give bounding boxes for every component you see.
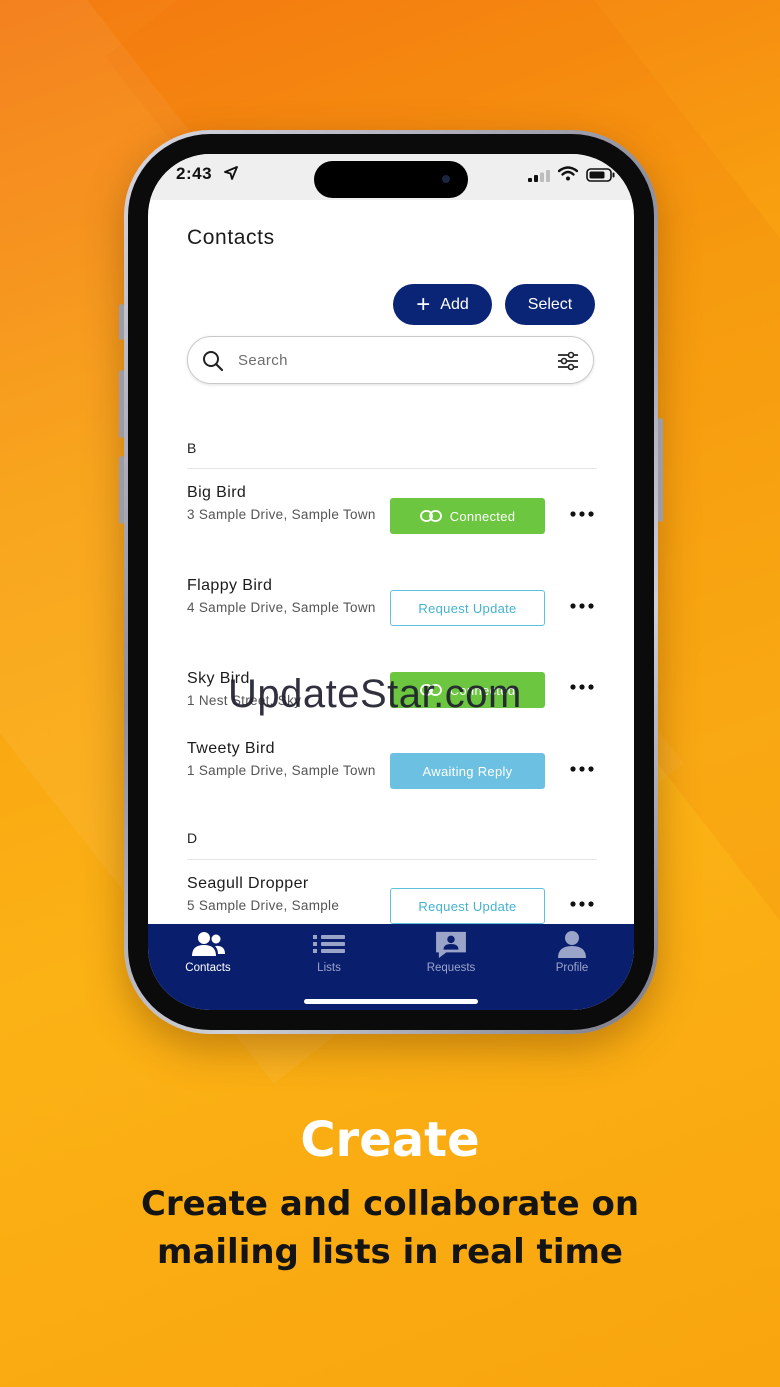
phone-screen: 2:43 Contacts + Add Select Search B Big … [148,154,634,1010]
contact-name[interactable]: Flappy Bird [187,577,272,595]
more-options-icon[interactable] [570,765,594,773]
tab-label: Lists [317,962,341,974]
list-icon [313,935,345,953]
contact-address: 4 Sample Drive, Sample Town [187,600,376,615]
volume-down-button [119,456,124,524]
select-button[interactable]: Select [505,284,595,325]
contact-address: 1 Sample Drive, Sample Town [187,763,376,778]
section-divider [187,859,597,860]
tab-label: Requests [426,962,476,974]
hero-subtitle-line2: mailing lists in real time [157,1232,623,1272]
tab-contacts[interactable]: Contacts [148,930,268,980]
phone-frame: 2:43 Contacts + Add Select Search B Big … [119,130,663,1034]
cellular-signal-icon [528,170,550,182]
section-header-d: D [187,830,198,846]
phone-bezel: 2:43 Contacts + Add Select Search B Big … [128,134,654,1030]
search-bar[interactable]: Search [187,336,594,384]
add-label: Add [440,295,469,313]
action-button [119,304,124,340]
hero-subtitle-line1: Create and collaborate on [140,1184,640,1224]
request-update-button[interactable]: Request Update [390,888,545,924]
contact-address: 5 Sample Drive, Sample [187,898,340,913]
tab-profile[interactable]: Profile [512,930,632,980]
contact-address: 3 Sample Drive, Sample Town [187,507,376,522]
tab-label: Profile [555,962,589,974]
contact-name[interactable]: Tweety Bird [187,740,275,758]
watermark-text: UpdateStar.com [228,672,522,716]
power-button [658,418,663,522]
more-options-icon[interactable] [570,900,594,908]
home-indicator[interactable] [304,999,478,1004]
profile-icon [558,931,586,958]
battery-icon [586,168,615,182]
tab-requests[interactable]: Requests [391,930,511,980]
contact-name[interactable]: Seagull Dropper [187,875,309,893]
section-divider [187,468,597,469]
contacts-icon [192,932,225,956]
status-label: Connected [449,508,516,524]
search-input[interactable]: Search [238,352,288,369]
add-contact-button[interactable]: + Add [393,284,492,325]
request-update-button[interactable]: Request Update [390,590,545,626]
tab-bar: Contacts Lists Requests Profile [148,924,634,1010]
filter-icon[interactable] [557,351,579,371]
connected-badge[interactable]: Connected [390,498,545,534]
wifi-icon [558,166,578,181]
hero-title: Create [300,1112,480,1168]
requests-icon [436,931,466,958]
contact-name[interactable]: Big Bird [187,484,246,502]
volume-up-button [119,370,124,438]
status-bar: 2:43 [148,154,634,200]
dynamic-island [314,161,468,198]
hero-subtitle: Create and collaborate on mailing lists … [40,1180,740,1276]
link-icon [419,510,442,522]
awaiting-reply-badge: Awaiting Reply [390,753,545,789]
section-header-b: B [187,440,197,456]
plus-icon: + [416,290,431,318]
tab-label: Contacts [185,962,231,974]
search-icon [203,351,224,372]
location-arrow-icon [224,166,238,180]
more-options-icon[interactable] [570,602,594,610]
status-time: 2:43 [176,164,213,183]
tab-lists[interactable]: Lists [269,930,389,980]
more-options-icon[interactable] [570,683,594,691]
more-options-icon[interactable] [570,510,594,518]
camera-icon [442,175,450,183]
page-title: Contacts [187,226,275,249]
